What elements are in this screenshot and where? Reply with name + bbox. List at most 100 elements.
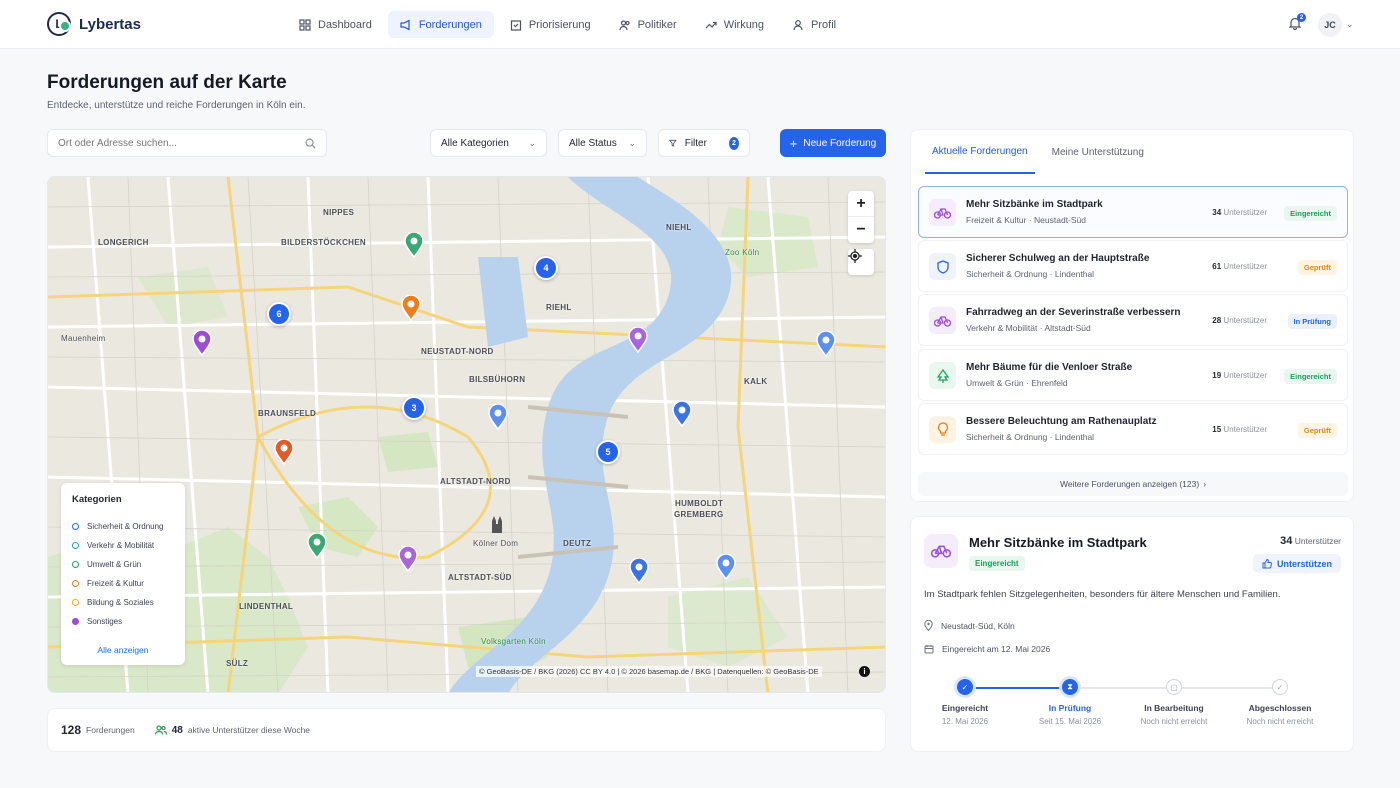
app-logo[interactable]: L Lybertas [47,12,141,36]
nav-priorisierung[interactable]: Priorisierung [498,11,603,38]
tab-current-requests[interactable]: Aktuelle Forderungen [925,130,1035,174]
chevron-down-icon[interactable]: ⌄ [1346,19,1354,30]
bike-icon [72,542,79,549]
step-name: In Bearbeitung [1144,703,1204,713]
map-pin-orange[interactable] [401,295,421,321]
category-select[interactable]: Alle Kategorien ⌄ [430,129,547,157]
nav-dashboard[interactable]: Dashboard [287,11,384,38]
search-icon[interactable] [305,138,316,149]
status-select[interactable]: Alle Status ⌄ [558,129,647,157]
map-pin-purple[interactable] [192,330,212,356]
app-name: Lybertas [79,15,141,33]
chevron-down-icon: ⌄ [528,137,536,148]
tab-my-support[interactable]: Meine Unterstützung [1045,130,1151,174]
check-icon: ✓ [1272,679,1288,695]
request-item[interactable]: Fahrradweg an der Severinstraße verbesse… [918,294,1348,346]
map-pin-blue[interactable] [672,401,692,427]
status-select-value: Alle Status [569,137,617,149]
map-cluster[interactable]: 6 [267,302,291,326]
search-input[interactable] [58,137,278,149]
request-meta: Umwelt & Grün · Ehrenfeld [966,378,1068,388]
megaphone-icon [400,19,410,30]
tree-icon [72,561,79,568]
search-field[interactable] [47,129,327,157]
request-item[interactable]: Mehr Sitzbänke im Stadtpark Freizeit & K… [918,186,1348,238]
request-supporters: 61 Unterstützer [1212,262,1267,271]
request-supporters: 28 Unterstützer [1212,316,1267,325]
status-badge: Eingereicht [1284,206,1337,221]
map-cluster[interactable]: 4 [534,256,558,280]
step-name: Eingereicht [941,703,989,713]
map-label: NIEHL [666,223,692,232]
map-pin-red[interactable] [274,439,294,465]
tree-icon [929,362,956,389]
zoom-out-button[interactable]: − [848,217,874,243]
legend-label: Sonstiges [87,617,123,626]
show-more-requests-button[interactable]: Weitere Forderungen anzeigen (123) › [918,472,1348,496]
request-title: Bessere Beleuchtung am Rathenauplatz [966,416,1157,427]
category-select-value: Alle Kategorien [441,137,509,149]
legend-item[interactable]: Umwelt & Grün [72,555,174,574]
document-icon: ▢ [1166,679,1182,695]
bike-icon [929,199,956,226]
nav-wirkung[interactable]: Wirkung [693,11,776,38]
step-name: In Prüfung [1048,703,1092,713]
map-pin-blue[interactable] [629,558,649,584]
page-subtitle: Entdecke, unterstütze und reiche Forderu… [47,100,306,111]
request-item[interactable]: Sicherer Schulweg an der Hauptstraße Sic… [918,240,1348,292]
crosshair-icon [848,249,862,263]
plus-icon: + [789,135,798,151]
info-icon[interactable]: i [859,666,870,677]
map-label: NEUSTADT-NORD [421,347,494,356]
map-view[interactable]: NIPPES LONGERICH BILDERSTÖCKCHEN NIEHL Z… [47,176,886,693]
map-pin-purple[interactable] [628,327,648,353]
filter-button[interactable]: Filter 2 [658,129,750,157]
map-cluster[interactable]: 3 [402,396,426,420]
map-pin-blue[interactable] [488,404,508,430]
filter-label: Filter [684,137,707,149]
legend-item[interactable]: Verkehr & Mobilität [72,536,174,555]
education-icon [72,599,79,606]
map-label: SÜLZ [226,659,249,668]
legend-item[interactable]: Sicherheit & Ordnung [72,517,174,536]
legend-item[interactable]: Bildung & Soziales [72,593,174,612]
legend-item[interactable]: Sonstiges [72,612,174,631]
detail-description: Im Stadtpark fehlen Sitzgelegenheiten, b… [924,589,1281,600]
step-completed: ✓ Abgeschlossen Noch nicht erreicht [1228,677,1332,726]
new-request-label: Neue Forderung [803,137,877,149]
show-all-link[interactable]: Alle anzeigen [61,645,185,655]
status-badge: Geprüft [1297,423,1337,438]
legend-label: Sicherheit & Ordnung [87,522,164,531]
avatar[interactable]: JC [1318,13,1342,37]
map-pin-green[interactable] [404,232,424,258]
support-label: Unterstützen [1276,558,1332,569]
nav-label: Profil [811,18,837,31]
step-in-progress: ▢ In Bearbeitung Noch nicht erreicht [1122,677,1226,726]
request-title: Mehr Sitzbänke im Stadtpark [966,199,1103,210]
map-label: KALK [744,377,768,386]
nav-profil[interactable]: Profil [780,11,848,38]
nav-forderungen[interactable]: Forderungen [387,11,494,38]
request-title: Fahrradweg an der Severinstraße verbesse… [966,307,1181,318]
nav-politiker[interactable]: Politiker [607,11,689,38]
map-cluster[interactable]: 5 [596,440,620,464]
nav-label: Dashboard [318,18,372,31]
progress-steps: ✓ Eingereicht 12. Mai 2026 ⧗ In Prüfung … [924,677,1342,737]
zoom-in-button[interactable]: + [848,191,874,217]
nav-label: Forderungen [418,18,482,31]
legend-item[interactable]: Freizeit & Kultur [72,574,174,593]
map-attribution: © GeoBasis-DE / BKG (2026) CC BY 4.0 | ©… [476,666,822,677]
chevron-right-icon: › [1203,479,1207,489]
map-pin-blue[interactable] [816,331,836,357]
user-icon [793,19,803,30]
support-button[interactable]: Unterstützen [1252,554,1341,573]
request-item[interactable]: Mehr Bäume für die Venloer Straße Umwelt… [918,349,1348,401]
request-item[interactable]: Bessere Beleuchtung am Rathenauplatz Sic… [918,403,1348,455]
new-request-button[interactable]: + Neue Forderung [780,129,886,157]
map-label: LINDENTHAL [239,602,294,611]
map-pin-blue[interactable] [716,554,736,580]
locate-button[interactable] [848,249,874,275]
map-pin-green[interactable] [307,533,327,559]
map-pin-purple[interactable] [398,546,418,572]
map-label: DEUTZ [563,539,592,548]
